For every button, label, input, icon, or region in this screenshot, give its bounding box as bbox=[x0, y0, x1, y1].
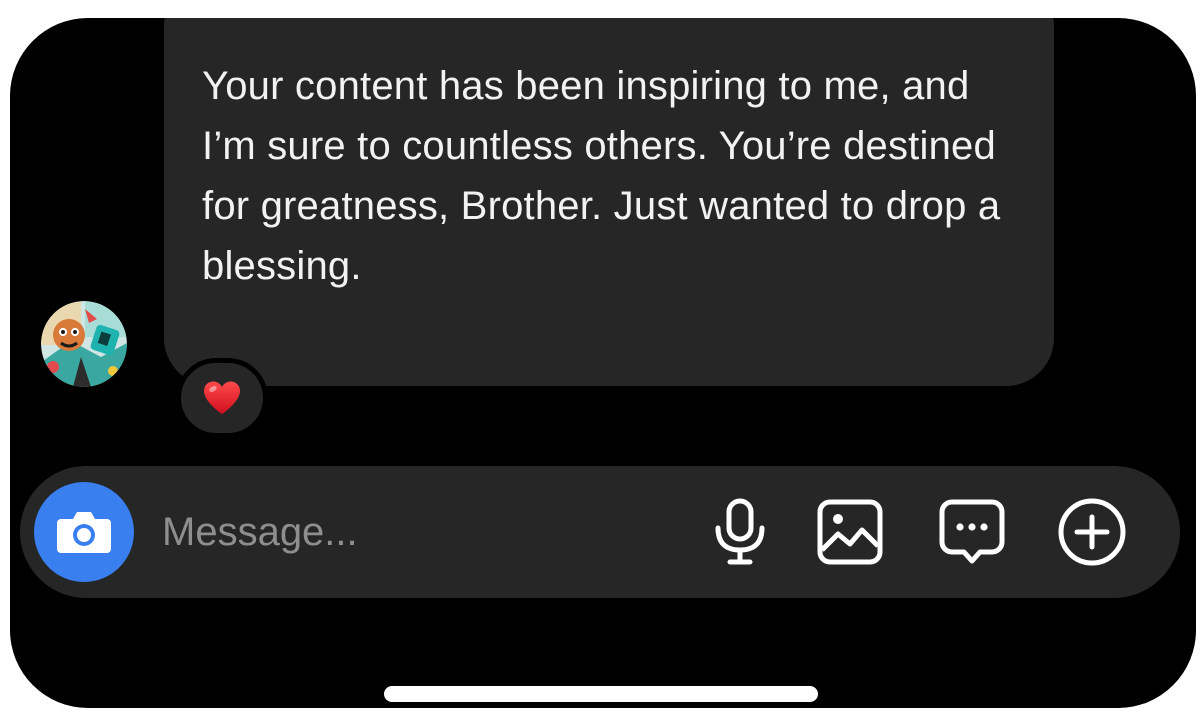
chat-screen: Your content has been inspiring to me, a… bbox=[10, 18, 1196, 708]
heart-reaction[interactable] bbox=[176, 358, 268, 438]
avatar-image bbox=[41, 301, 127, 387]
microphone-button[interactable] bbox=[704, 496, 776, 568]
camera-button[interactable] bbox=[34, 482, 134, 582]
message-text: Your content has been inspiring to me, a… bbox=[202, 64, 1001, 288]
image-icon bbox=[817, 499, 883, 565]
heart-icon bbox=[204, 381, 240, 414]
gallery-button[interactable] bbox=[814, 496, 886, 568]
sticker-button[interactable] bbox=[936, 496, 1008, 568]
plus-circle-icon bbox=[1058, 498, 1126, 566]
more-button[interactable] bbox=[1056, 496, 1128, 568]
microphone-icon bbox=[715, 498, 765, 565]
received-message-bubble[interactable]: Your content has been inspiring to me, a… bbox=[164, 18, 1054, 386]
message-input[interactable] bbox=[162, 502, 642, 562]
sender-avatar[interactable] bbox=[41, 301, 127, 387]
camera-icon bbox=[57, 512, 111, 553]
chat-bubble-icon bbox=[939, 499, 1005, 564]
home-indicator[interactable] bbox=[384, 686, 818, 702]
message-composer bbox=[20, 466, 1180, 598]
